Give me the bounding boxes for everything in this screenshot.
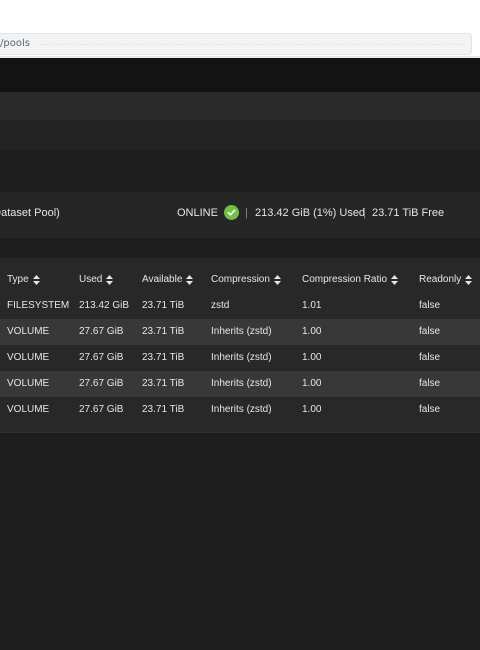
separator: | [245, 207, 248, 219]
table-row[interactable]: VOLUME 27.67 GiB 23.71 TiB Inherits (zst… [0, 319, 480, 345]
cell-ratio: 1.00 [302, 404, 322, 415]
cell-ratio: 1.00 [302, 378, 322, 389]
browser-toolbar [0, 0, 480, 32]
cell-compression: Inherits (zstd) [211, 404, 272, 415]
cell-readonly: false [419, 378, 441, 389]
table-row[interactable]: VOLUME 27.67 GiB 23.71 TiB Inherits (zst… [0, 397, 480, 423]
pool-status-label: ONLINE [177, 207, 218, 219]
cell-type: VOLUME [7, 378, 50, 389]
cell-type: VOLUME [7, 326, 50, 337]
cell-readonly: false [419, 300, 441, 311]
address-bar-divider [40, 44, 465, 45]
table-row[interactable]: VOLUME 27.67 GiB 23.71 TiB Inherits (zst… [0, 371, 480, 397]
cell-ratio: 1.01 [302, 300, 322, 311]
breadcrumb-bar [0, 120, 480, 150]
cell-available: 23.71 TiB [142, 326, 185, 337]
cell-available: 23.71 TiB [142, 300, 185, 311]
url-text: /pools [0, 38, 30, 49]
cell-compression: Inherits (zstd) [211, 326, 272, 337]
address-bar[interactable]: /pools [0, 33, 472, 55]
cell-used: 27.67 GiB [79, 404, 124, 415]
cell-readonly: false [419, 326, 441, 337]
cell-type: VOLUME [7, 352, 50, 363]
pool-header[interactable]: n Dataset Pool) ONLINE | 213.42 GiB (1%)… [0, 192, 480, 238]
table-row[interactable]: VOLUME 27.67 GiB 23.71 TiB Inherits (zst… [0, 345, 480, 371]
cell-type: FILESYSTEM [7, 300, 70, 311]
cell-compression: Inherits (zstd) [211, 352, 272, 363]
cell-available: 23.71 TiB [142, 352, 185, 363]
check-circle-icon [224, 205, 239, 220]
cell-available: 23.71 TiB [142, 378, 185, 389]
cell-ratio: 1.00 [302, 352, 322, 363]
cell-type: VOLUME [7, 404, 50, 415]
cell-used: 213.42 GiB [79, 300, 130, 311]
cell-used: 27.67 GiB [79, 352, 124, 363]
cell-compression: Inherits (zstd) [211, 378, 272, 389]
table-body: FILESYSTEM 213.42 GiB 23.71 TiB zstd 1.0… [0, 258, 480, 432]
table-row[interactable]: FILESYSTEM 213.42 GiB 23.71 TiB zstd 1.0… [0, 293, 480, 319]
cell-readonly: false [419, 352, 441, 363]
cell-readonly: false [419, 404, 441, 415]
cell-compression: zstd [211, 300, 230, 311]
cell-available: 23.71 TiB [142, 404, 185, 415]
cell-used: 27.67 GiB [79, 378, 124, 389]
spacer [0, 238, 480, 248]
separator: | [363, 207, 366, 219]
cell-ratio: 1.00 [302, 326, 322, 337]
page-header-bar [0, 92, 480, 120]
top-navbar [0, 58, 480, 92]
pool-free: 23.71 TiB Free [372, 207, 445, 219]
pool-used: 213.42 GiB (1%) Used [255, 207, 366, 219]
pool-name: n Dataset Pool) [0, 207, 60, 219]
cell-used: 27.67 GiB [79, 326, 124, 337]
table-bottom-border [0, 432, 480, 433]
